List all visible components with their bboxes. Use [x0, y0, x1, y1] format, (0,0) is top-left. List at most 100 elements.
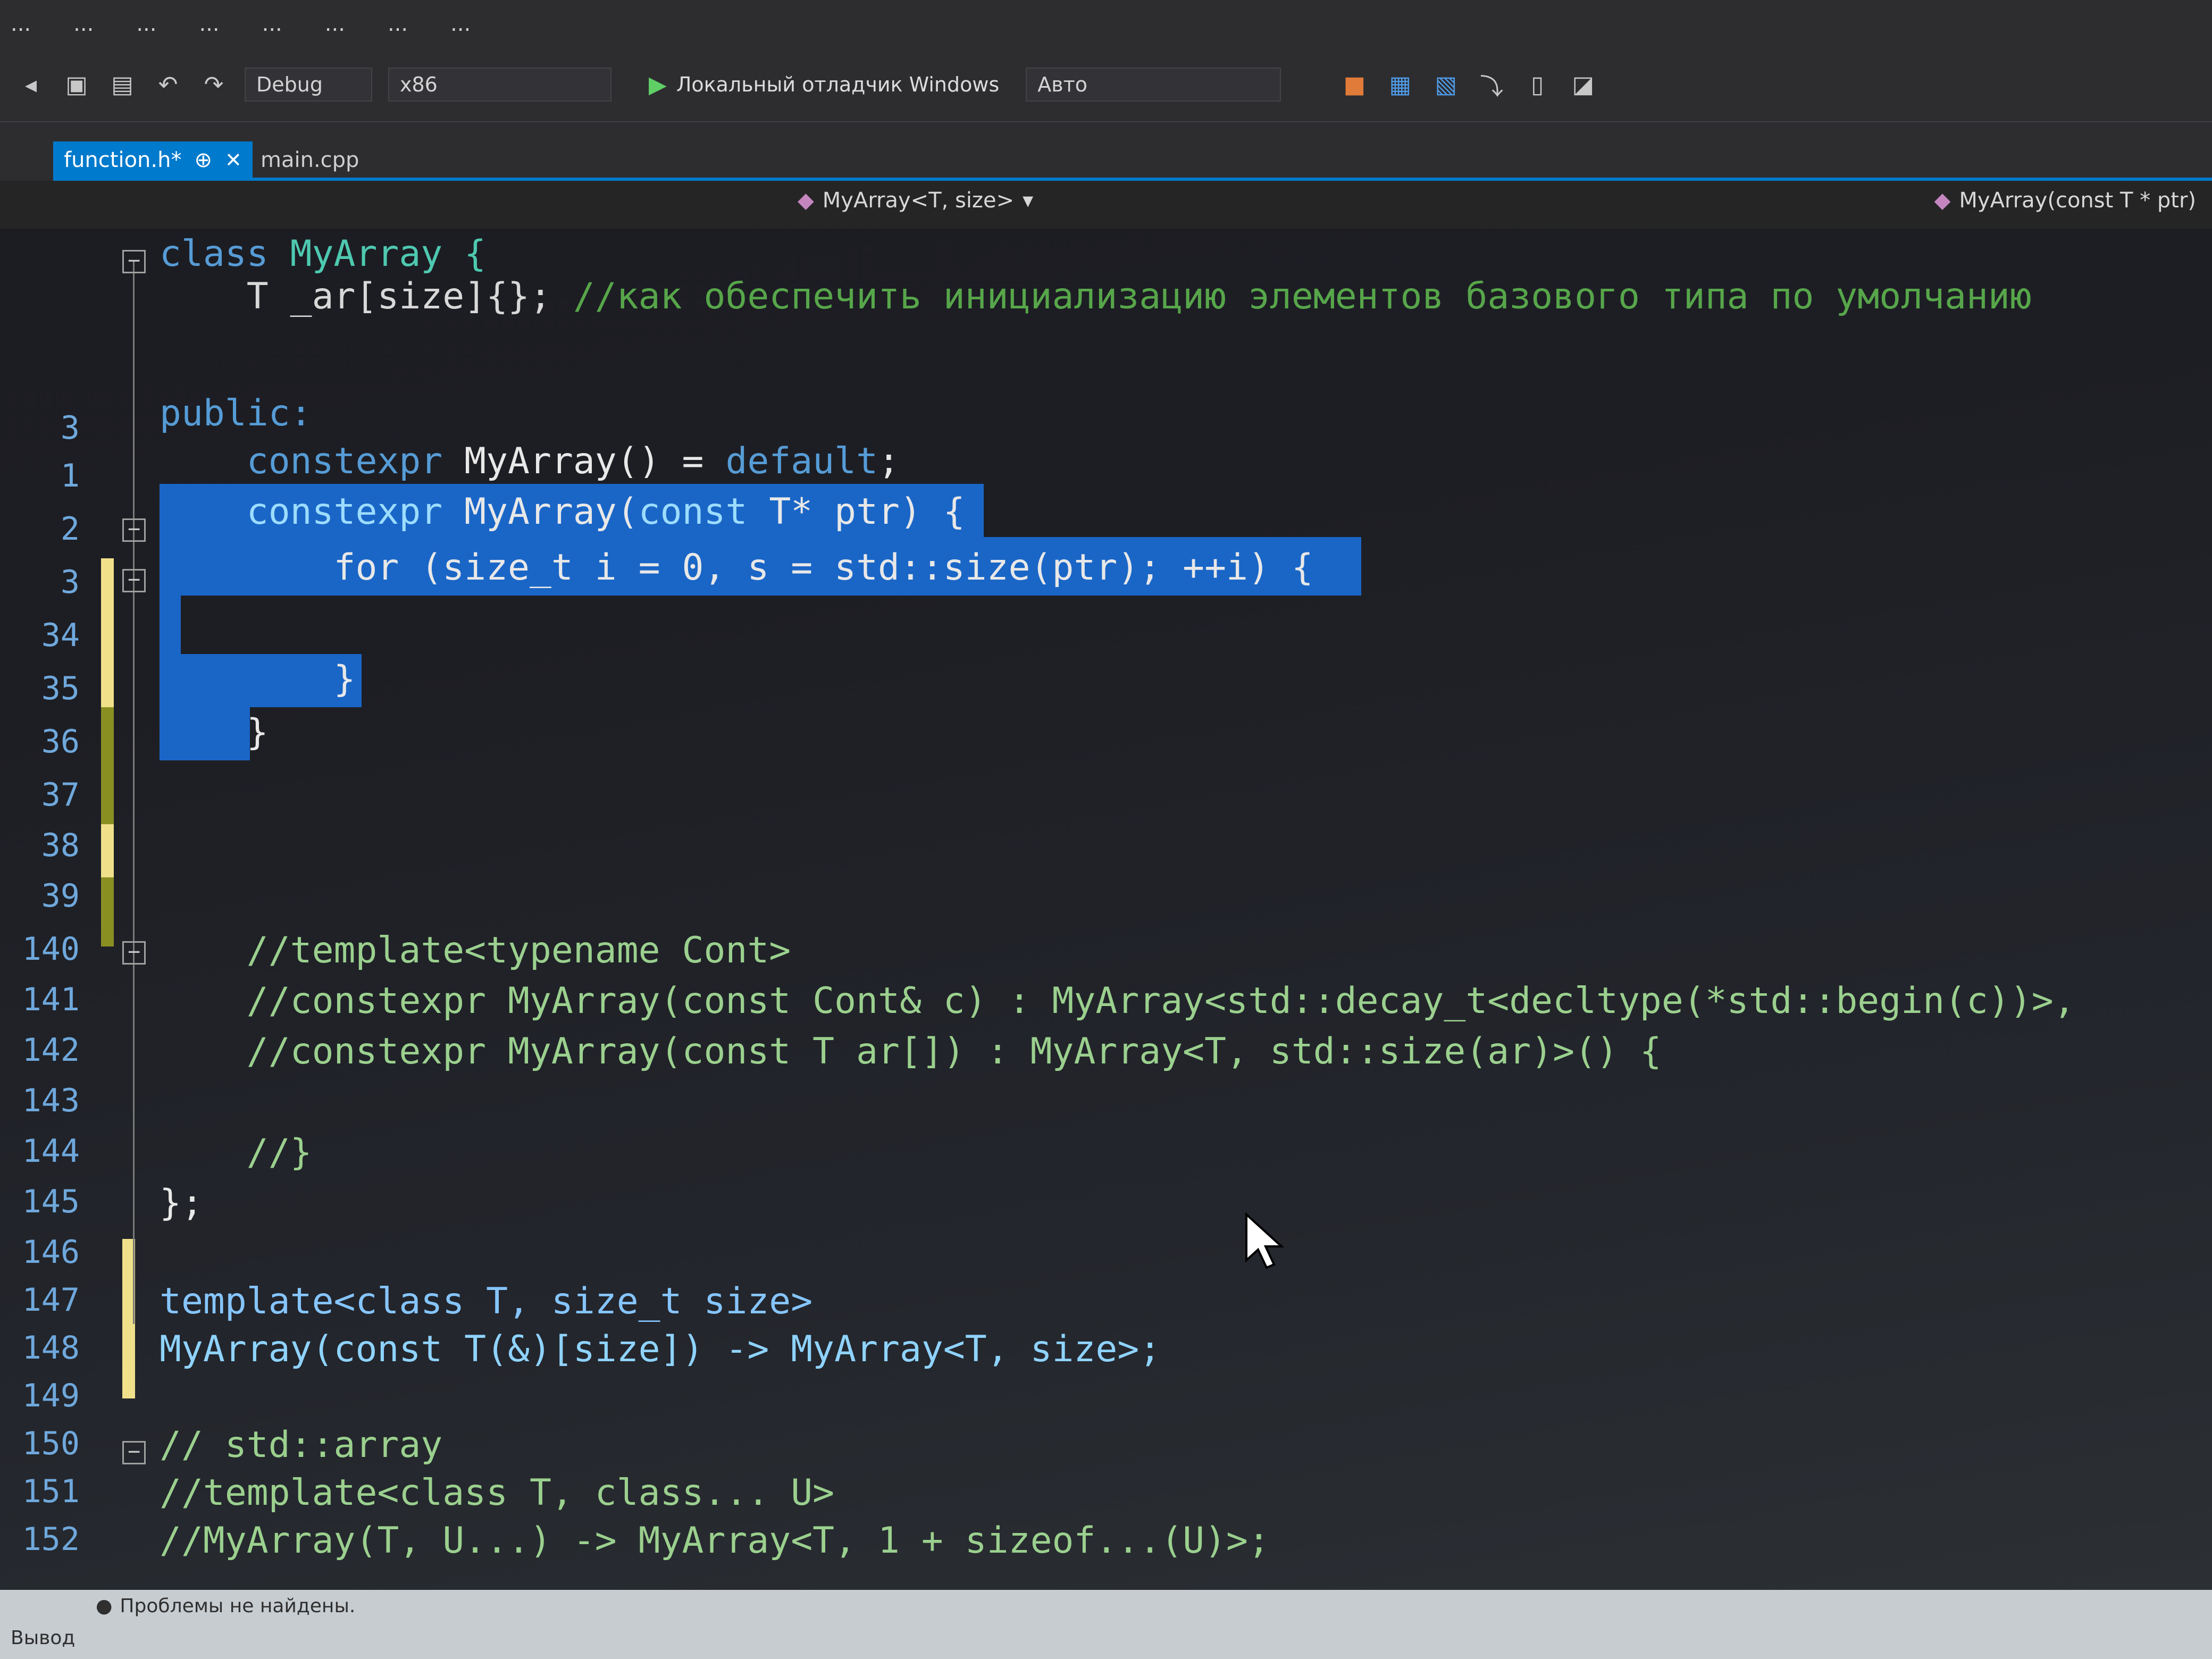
code-token: T* ptr) { — [747, 491, 965, 533]
code-line: //constexpr MyArray(const Cont& c) : MyA… — [160, 976, 2075, 1027]
change-tracking-margin — [101, 229, 135, 1590]
step-icon[interactable]: ⤵ — [1477, 70, 1506, 100]
line-number: 143 — [22, 1082, 80, 1119]
menu-debug[interactable]: ... — [325, 12, 345, 36]
collapse-icon[interactable]: − — [122, 518, 146, 542]
code-line: constexpr MyArray() = default; — [160, 436, 900, 487]
keyword-token: public: — [160, 392, 312, 434]
save-all-icon[interactable]: ▤ — [107, 70, 137, 99]
code-token: MyArray(const T(&)[size]) -> MyArray<T, … — [160, 1328, 1161, 1370]
method-icon: ◆ — [1934, 188, 1951, 213]
line-number: 34 — [41, 617, 80, 654]
member-dropdown[interactable]: ◆ MyArray(const T * ptr) — [1934, 188, 2196, 213]
outlining-margin: − − − − − — [122, 229, 154, 1590]
class-icon: ◆ — [798, 188, 814, 213]
line-number: 1 — [60, 457, 80, 495]
line-number: 142 — [22, 1032, 80, 1069]
tab-function-h[interactable]: function.h* ⊕ ✕ — [53, 141, 253, 179]
line-number: 35 — [41, 670, 80, 707]
keyword-token: template<class T, size_t size> — [160, 1280, 813, 1322]
line-number: 147 — [22, 1281, 80, 1319]
member-label: MyArray(const T * ptr) — [1959, 188, 2196, 213]
code-line: public: — [160, 388, 312, 439]
tab-label: function.h* — [64, 148, 182, 172]
menu-file[interactable]: ... — [11, 12, 31, 36]
code-line-selected: for (size_t i = 0, s = std::size(ptr); +… — [160, 542, 1313, 593]
redo-icon[interactable]: ↷ — [199, 70, 229, 99]
line-number: 150 — [22, 1425, 80, 1462]
unsaved-change-bar — [101, 558, 114, 707]
play-icon: ▶ — [649, 71, 667, 98]
line-number: 3 — [60, 564, 80, 601]
run-mode-select[interactable]: Авто — [1026, 68, 1281, 102]
code-line: MyArray(const T(&)[size]) -> MyArray<T, … — [160, 1324, 1161, 1375]
save-icon[interactable]: ▣ — [62, 70, 91, 99]
code-line: //MyArray(T, U...) -> MyArray<T, 1 + siz… — [160, 1515, 1270, 1566]
pin-icon[interactable]: ⊕ — [194, 148, 212, 172]
output-label: Вывод — [11, 1627, 76, 1649]
code-editor[interactable]: 3 1 2 3 34 35 36 37 38 39 140 141 142 14… — [0, 229, 2212, 1590]
code-line: // std::array — [160, 1420, 442, 1471]
comment-token: //как обеспечить инициализацию элементов… — [573, 275, 2032, 317]
code-line: //template<typename Cont> — [160, 925, 791, 976]
screenshot-icon[interactable]: ▦ — [1385, 70, 1415, 99]
tab-label: main.cpp — [261, 148, 359, 172]
folder-icon[interactable]: ▧ — [1431, 70, 1461, 99]
code-token: ; — [878, 440, 900, 482]
keyword-token: const — [638, 491, 748, 533]
unsaved-change-bar — [101, 824, 114, 877]
menu-build[interactable]: ... — [262, 12, 282, 36]
code-area[interactable]: class MyArray { T _ar[size]{}; //как обе… — [160, 229, 2212, 1590]
code-line-selected: constexpr MyArray(const T* ptr) { — [160, 487, 965, 538]
code-token: MyArray( — [442, 491, 639, 533]
collapse-icon[interactable]: − — [122, 1441, 146, 1464]
menu-edit[interactable]: ... — [73, 12, 94, 36]
menu-view[interactable]: ... — [136, 12, 156, 36]
close-icon[interactable]: ✕ — [225, 148, 242, 172]
line-number: 37 — [41, 776, 80, 814]
collapse-icon[interactable]: − — [122, 941, 146, 965]
line-number: 151 — [22, 1473, 80, 1510]
keyword-token: for — [160, 547, 399, 589]
start-debugging-button[interactable]: ▶ Локальный отладчик Windows — [649, 71, 999, 98]
line-number: 149 — [22, 1377, 80, 1414]
configuration-select[interactable]: Debug — [245, 68, 372, 102]
toggle-icon[interactable]: ◪ — [1568, 70, 1598, 99]
line-number: 146 — [22, 1234, 80, 1271]
problems-indicator[interactable]: ● Проблемы не найдены. — [96, 1595, 355, 1617]
back-icon[interactable]: ◂ — [16, 70, 46, 99]
comment-token: //constexpr MyArray(const Cont& c) : MyA… — [160, 980, 2075, 1022]
problems-label: Проблемы не найдены. — [120, 1595, 356, 1617]
code-line: }; — [160, 1178, 203, 1229]
menu-test[interactable]: ... — [388, 12, 408, 36]
toolbar: ◂ ▣ ▤ ↶ ↷ Debug x86 ▶ Локальный отладчик… — [0, 48, 2212, 122]
comment-token: //constexpr MyArray(const T ar[]) : MyAr… — [160, 1030, 1662, 1073]
keyword-token: default — [725, 440, 878, 482]
tab-strip: function.h* ⊕ ✕ main.cpp — [0, 122, 2212, 181]
identifier-token: MyArray { — [268, 233, 487, 275]
code-token: } — [160, 658, 356, 700]
tool-icon[interactable]: ■ — [1339, 70, 1369, 99]
code-line-selected: } — [160, 707, 269, 758]
tab-main-cpp[interactable]: main.cpp — [261, 141, 359, 179]
keyword-token: constexpr — [160, 491, 443, 533]
collapse-icon[interactable]: − — [122, 569, 146, 592]
collapse-icon[interactable]: − — [122, 250, 146, 273]
bookmark-icon[interactable]: ▯ — [1522, 70, 1552, 99]
comment-token: //template<class T, class... U> — [160, 1472, 835, 1514]
line-number: 148 — [22, 1329, 80, 1367]
mouse-pointer-icon — [1245, 1212, 1285, 1269]
outline-line — [133, 261, 135, 1324]
comment-token: //} — [160, 1132, 312, 1174]
platform-select[interactable]: x86 — [388, 68, 611, 102]
code-token: } — [160, 711, 269, 753]
line-number: 36 — [41, 723, 80, 760]
status-bar: ● Проблемы не найдены. Вывод — [0, 1590, 2212, 1659]
line-number: 152 — [22, 1521, 80, 1558]
line-number: 2 — [60, 510, 80, 548]
undo-icon[interactable]: ↶ — [153, 70, 183, 99]
scope-dropdown[interactable]: ◆ MyArray<T, size> ▾ — [798, 188, 1033, 213]
check-circle-icon: ● — [96, 1595, 113, 1617]
menu-analyze[interactable]: ... — [450, 12, 471, 36]
menu-project[interactable]: ... — [199, 12, 219, 36]
